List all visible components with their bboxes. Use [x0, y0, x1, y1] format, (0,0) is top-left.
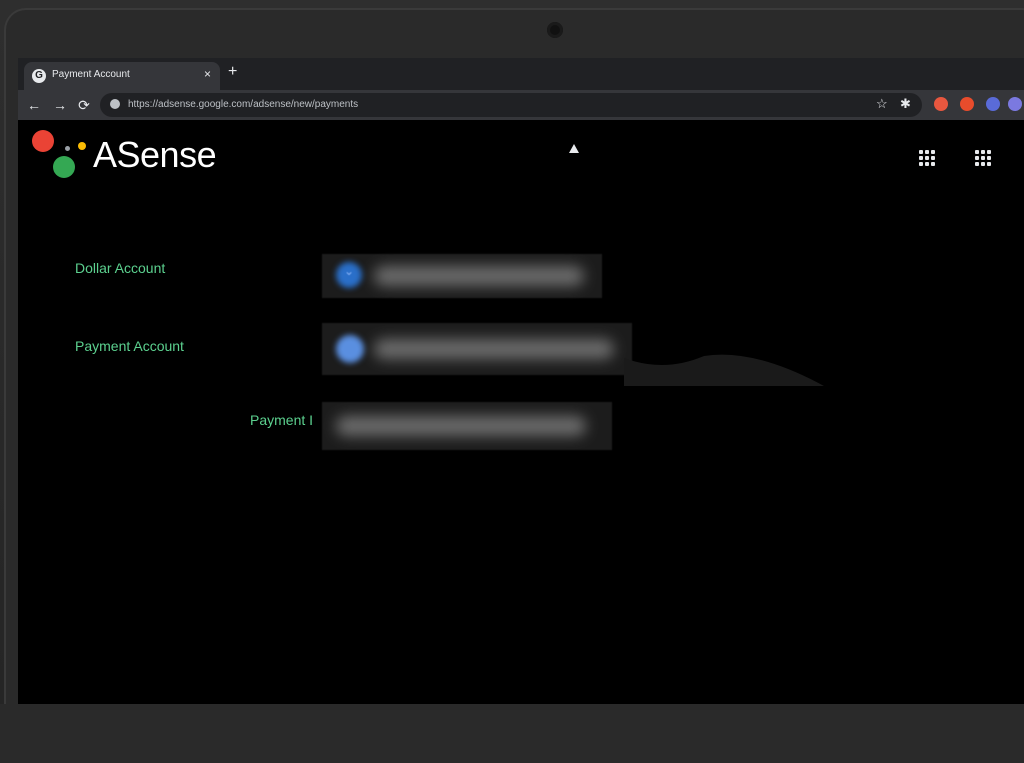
logo-dot-red	[32, 130, 54, 152]
account-avatar	[336, 335, 364, 363]
bookmark-star-icon[interactable]: ☆	[876, 96, 888, 112]
extension-icon-1[interactable]	[934, 97, 948, 111]
redacted-value	[374, 339, 614, 359]
extension-icon-4[interactable]	[1008, 97, 1022, 111]
product-logo: ASense	[93, 134, 217, 175]
new-tab-button[interactable]: +	[228, 64, 237, 80]
browser-tab[interactable]: G Payment Account ×	[24, 62, 220, 90]
tab-strip: G Payment Account × +	[18, 58, 1024, 90]
laptop-body: G Payment Account × + ← → ⟳ https://adse…	[0, 0, 1024, 763]
logo-spark-icon	[65, 146, 70, 151]
extension-icon-3[interactable]	[986, 97, 1000, 111]
field-label-dollar-account: Dollar Account	[75, 260, 166, 276]
favicon-icon: G	[32, 69, 46, 83]
extension-puzzle-icon[interactable]: ✱	[900, 96, 911, 112]
lock-icon	[110, 99, 120, 109]
tab-title: Payment Account	[52, 69, 130, 80]
apps-grid-icon[interactable]	[919, 150, 935, 166]
laptop-bottom-bezel	[0, 704, 1024, 763]
forward-button[interactable]: →	[50, 95, 70, 115]
screen: G Payment Account × + ← → ⟳ https://adse…	[18, 58, 1024, 704]
browser-toolbar: ← → ⟳ https://adsense.google.com/adsense…	[18, 90, 1024, 120]
field-label-payment-i: Payment I	[250, 412, 314, 428]
logo-dot-green	[53, 156, 75, 178]
logo-dot-yellow	[78, 142, 86, 150]
mouse-cursor	[569, 144, 579, 153]
payment-account-select[interactable]	[322, 323, 632, 375]
page-content: ASense Dollar Account ⌄ Payment Account	[18, 120, 1024, 704]
close-tab-icon[interactable]: ×	[204, 67, 211, 81]
url-text[interactable]: https://adsense.google.com/adsense/new/p…	[128, 99, 358, 110]
google-apps-icon[interactable]	[975, 150, 991, 166]
field-label-payment-account: Payment Account	[75, 338, 184, 354]
back-button[interactable]: ←	[24, 95, 44, 115]
address-bar[interactable]: https://adsense.google.com/adsense/new/p…	[100, 93, 922, 117]
chevron-down-icon: ⌄	[344, 264, 355, 278]
dollar-account-select[interactable]: ⌄	[322, 254, 602, 298]
redacted-value	[336, 416, 586, 436]
reload-button[interactable]: ⟳	[74, 95, 94, 115]
redacted-value	[374, 266, 584, 286]
shadow-shape	[624, 328, 824, 386]
webcam	[547, 22, 563, 38]
payment-field-select[interactable]	[322, 402, 612, 450]
extension-icon-2[interactable]	[960, 97, 974, 111]
